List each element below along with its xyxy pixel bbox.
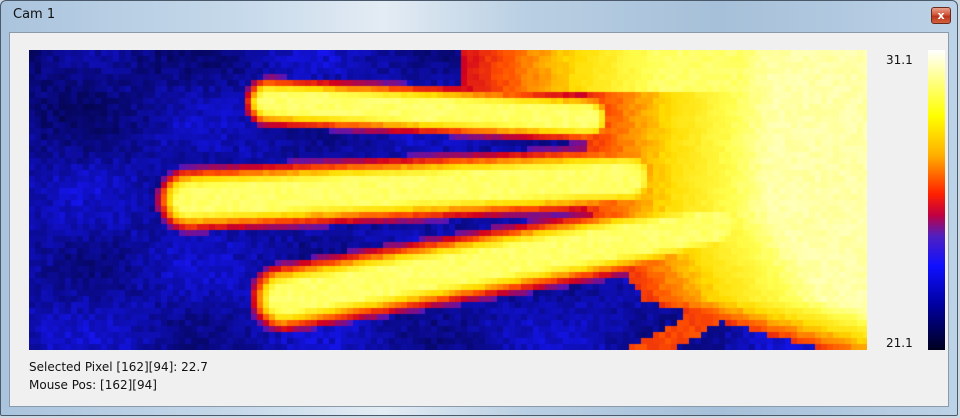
scale-min-label: 21.1 (886, 336, 913, 350)
window-title: Cam 1 (13, 7, 56, 22)
title-bar[interactable]: Cam 1 x (1, 1, 957, 29)
mouse-position-readout: Mouse Pos: [162][94] (29, 378, 157, 392)
camera-view-panel: 31.1 21.1 Selected Pixel [162][94]: 22.7… (9, 32, 949, 407)
close-button[interactable]: x (931, 7, 951, 24)
color-scale-bar (928, 50, 945, 350)
scale-max-label: 31.1 (886, 53, 913, 67)
selected-pixel-readout: Selected Pixel [162][94]: 22.7 (29, 360, 208, 374)
close-icon: x (937, 9, 945, 22)
thermal-image[interactable] (29, 50, 867, 350)
cam-window: Cam 1 x 31.1 21.1 Selected Pixel [162][9… (0, 0, 958, 416)
